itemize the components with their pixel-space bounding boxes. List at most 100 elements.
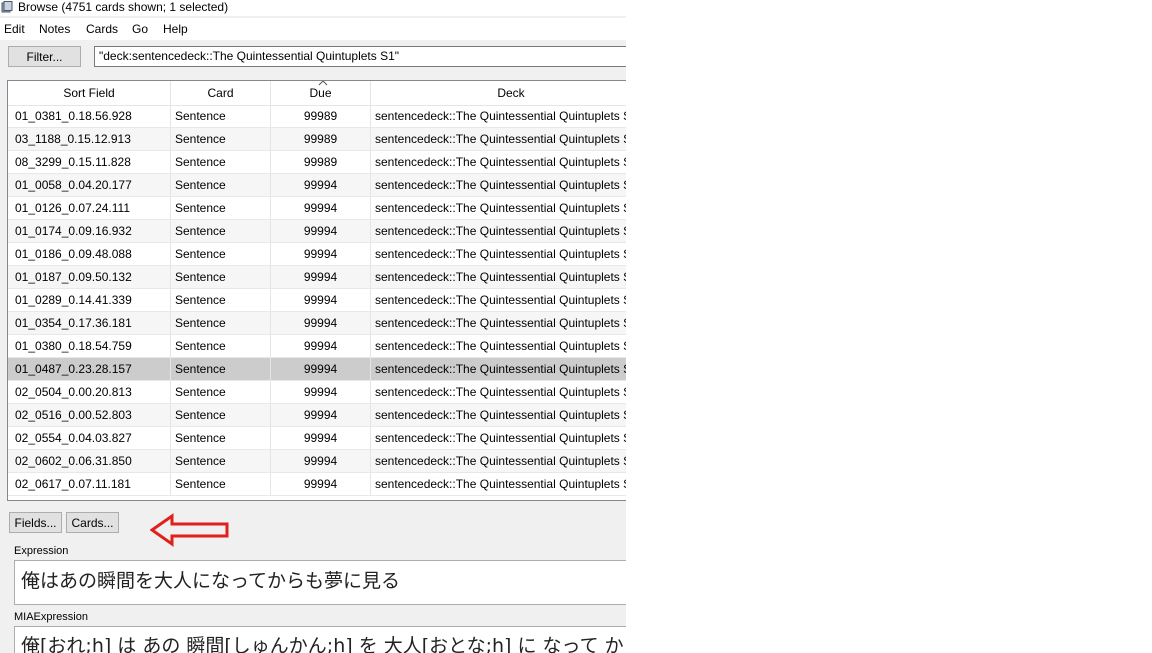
cell-card: Sentence — [171, 289, 271, 311]
cell-sort-field: 01_0174_0.09.16.932 — [8, 220, 171, 242]
cell-sort-field: 01_0381_0.18.56.928 — [8, 105, 171, 127]
cell-due: 99994 — [271, 243, 371, 265]
cell-sort-field: 01_0186_0.09.48.088 — [8, 243, 171, 265]
cell-sort-field: 02_0504_0.00.20.813 — [8, 381, 171, 403]
table-header: Sort Field Card Due Deck — [8, 81, 626, 106]
red-arrow-annotation — [150, 513, 229, 547]
cell-card: Sentence — [171, 427, 271, 449]
filter-button[interactable]: Filter... — [8, 46, 81, 67]
expression-label: Expression — [14, 545, 69, 557]
cell-deck: sentencedeck::The Quintessential Quintup… — [375, 408, 626, 422]
cell-due: 99994 — [271, 266, 371, 288]
card-list-table[interactable]: Sort Field Card Due Deck 01_0381_0.18.56… — [7, 80, 626, 501]
cell-due: 99994 — [271, 335, 371, 357]
menu-help[interactable]: Help — [163, 21, 188, 37]
cell-card: Sentence — [171, 358, 271, 380]
cell-sort-field: 02_0554_0.04.03.827 — [8, 427, 171, 449]
cell-deck: sentencedeck::The Quintessential Quintup… — [375, 270, 626, 284]
menu-go[interactable]: Go — [132, 21, 148, 37]
cell-card: Sentence — [171, 105, 271, 127]
table-row[interactable]: 01_0126_0.07.24.111 Sentence 99994 sentence… — [8, 197, 626, 220]
anki-app-icon — [1, 1, 13, 13]
cell-card: Sentence — [171, 128, 271, 150]
menu-cards[interactable]: Cards — [86, 21, 118, 37]
table-row[interactable]: 08_3299_0.15.11.828 Sentence 99989 sentence… — [8, 151, 626, 174]
cell-deck: sentencedeck::The Quintessential Quintup… — [375, 339, 626, 353]
cell-sort-field: 02_0516_0.00.52.803 — [8, 404, 171, 426]
cell-deck: sentencedeck::The Quintessential Quintup… — [375, 155, 626, 169]
fields-button[interactable]: Fields... — [9, 512, 62, 533]
cell-deck: sentencedeck::The Quintessential Quintup… — [375, 477, 626, 491]
table-row[interactable]: 01_0381_0.18.56.928 Sentence 99989 sentence… — [8, 105, 626, 128]
cell-deck: sentencedeck::The Quintessential Quintup… — [375, 201, 626, 215]
cell-sort-field: 02_0617_0.07.11.181 — [8, 473, 171, 495]
cell-deck: sentencedeck::The Quintessential Quintup… — [375, 178, 626, 192]
table-row[interactable]: 02_0617_0.07.11.181 Sentence 99994 sentence… — [8, 473, 626, 496]
cell-due: 99989 — [271, 128, 371, 150]
cell-sort-field: 01_0058_0.04.20.177 — [8, 174, 171, 196]
cell-due: 99994 — [271, 289, 371, 311]
cell-deck: sentencedeck::The Quintessential Quintup… — [375, 362, 626, 376]
cell-sort-field: 01_0126_0.07.24.111 — [8, 197, 171, 219]
cell-deck: sentencedeck::The Quintessential Quintup… — [375, 224, 626, 238]
column-header-sort-field[interactable]: Sort Field — [8, 81, 171, 105]
table-row[interactable]: 01_0174_0.09.16.932 Sentence 99994 sentence… — [8, 220, 626, 243]
table-row[interactable]: 02_0516_0.00.52.803 Sentence 99994 sentence… — [8, 404, 626, 427]
search-input[interactable]: "deck:sentencedeck::The Quintessential Q… — [94, 46, 626, 67]
column-header-deck[interactable]: Deck — [371, 81, 626, 105]
window-title: Browse (4751 cards shown; 1 selected) — [18, 0, 229, 14]
expression-field[interactable]: 俺はあの瞬間を大人になってからも夢に見る — [14, 560, 626, 605]
cell-card: Sentence — [171, 312, 271, 334]
cell-card: Sentence — [171, 151, 271, 173]
cell-due: 99994 — [271, 174, 371, 196]
cell-due: 99994 — [271, 197, 371, 219]
cell-card: Sentence — [171, 266, 271, 288]
table-row[interactable]: 01_0354_0.17.36.181 Sentence 99994 sentence… — [8, 312, 626, 335]
table-row[interactable]: 03_1188_0.15.12.913 Sentence 99989 sentence… — [8, 128, 626, 151]
cell-due: 99994 — [271, 404, 371, 426]
table-rows: 01_0381_0.18.56.928 Sentence 99989 sentence… — [8, 105, 626, 496]
table-row[interactable]: 01_0187_0.09.50.132 Sentence 99994 sentence… — [8, 266, 626, 289]
cell-due: 99989 — [271, 105, 371, 127]
title-bar: Browse (4751 cards shown; 1 selected) — [0, 0, 626, 16]
column-header-card[interactable]: Card — [171, 81, 271, 105]
menu-notes[interactable]: Notes — [39, 21, 70, 37]
cell-due: 99994 — [271, 473, 371, 495]
table-row[interactable]: 01_0186_0.09.48.088 Sentence 99994 sentence… — [8, 243, 626, 266]
cell-due: 99994 — [271, 312, 371, 334]
cell-deck: sentencedeck::The Quintessential Quintup… — [375, 431, 626, 445]
table-row[interactable]: 01_0487_0.23.28.157 Sentence 99994 sentence… — [8, 358, 626, 381]
cell-sort-field: 01_0354_0.17.36.181 — [8, 312, 171, 334]
menu-edit[interactable]: Edit — [4, 21, 25, 37]
menu-bar: Edit Notes Cards Go Help — [0, 18, 626, 40]
table-row[interactable]: 02_0504_0.00.20.813 Sentence 99994 sentence… — [8, 381, 626, 404]
cell-deck: sentencedeck::The Quintessential Quintup… — [375, 385, 626, 399]
table-row[interactable]: 02_0554_0.04.03.827 Sentence 99994 sentence… — [8, 427, 626, 450]
cell-sort-field: 02_0602_0.06.31.850 — [8, 450, 171, 472]
cell-sort-field: 01_0487_0.23.28.157 — [8, 358, 171, 380]
cell-sort-field: 01_0380_0.18.54.759 — [8, 335, 171, 357]
cell-card: Sentence — [171, 404, 271, 426]
cell-card: Sentence — [171, 220, 271, 242]
cell-card: Sentence — [171, 381, 271, 403]
cell-sort-field: 08_3299_0.15.11.828 — [8, 151, 171, 173]
cell-due: 99989 — [271, 151, 371, 173]
cell-deck: sentencedeck::The Quintessential Quintup… — [375, 293, 626, 307]
cell-card: Sentence — [171, 174, 271, 196]
cell-card: Sentence — [171, 197, 271, 219]
table-row[interactable]: 01_0380_0.18.54.759 Sentence 99994 sentence… — [8, 335, 626, 358]
cell-due: 99994 — [271, 427, 371, 449]
cell-sort-field: 03_1188_0.15.12.913 — [8, 128, 171, 150]
table-row[interactable]: 02_0602_0.06.31.850 Sentence 99994 sentence… — [8, 450, 626, 473]
browse-window: Browse (4751 cards shown; 1 selected) Ed… — [0, 0, 626, 653]
table-row[interactable]: 01_0058_0.04.20.177 Sentence 99994 sentence… — [8, 174, 626, 197]
sort-ascending-icon — [318, 81, 328, 86]
table-row[interactable]: 01_0289_0.14.41.339 Sentence 99994 sentence… — [8, 289, 626, 312]
cell-deck: sentencedeck::The Quintessential Quintup… — [375, 132, 626, 146]
cell-sort-field: 01_0289_0.14.41.339 — [8, 289, 171, 311]
cell-due: 99994 — [271, 450, 371, 472]
cell-due: 99994 — [271, 358, 371, 380]
mia-expression-label: MIAExpression — [14, 611, 88, 623]
mia-expression-field[interactable]: 俺[おれ;h] は あの 瞬間[しゅんかん;h] を 大人[おとな;h] に な… — [14, 626, 626, 653]
cards-button[interactable]: Cards... — [66, 512, 119, 533]
